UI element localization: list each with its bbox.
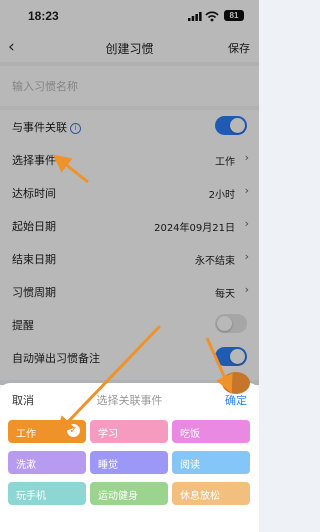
event-chip-wash[interactable]: 洗漱 xyxy=(8,451,86,474)
thumb-pointer xyxy=(222,372,250,394)
sheet-title: 选择关联事件 xyxy=(96,394,163,407)
event-chip-exercise[interactable]: 运动健身 xyxy=(90,482,168,505)
event-chip-sleep[interactable]: 睡觉 xyxy=(90,451,168,474)
event-chip-rest[interactable]: 休息放松 xyxy=(172,482,250,505)
event-chip-study[interactable]: 学习 xyxy=(90,420,168,443)
event-chip-read[interactable]: 阅读 xyxy=(172,451,250,474)
event-picker-sheet: 取消 选择关联事件 确定 工作 ✓ 学习 吃饭 洗漱 睡觉 阅读 玩手机 运动健… xyxy=(0,383,259,532)
screen: 18:23 81 ‹ 创建习惯 保存 输入习惯名称 与事件关联 i 选择事件 工作… xyxy=(0,0,259,532)
checkmark-icon: ✓ xyxy=(67,424,80,437)
event-chip-eat[interactable]: 吃饭 xyxy=(172,420,250,443)
confirm-button[interactable]: 确定 xyxy=(225,392,247,408)
event-chip-work[interactable]: 工作 ✓ xyxy=(8,420,86,443)
event-chip-phone[interactable]: 玩手机 xyxy=(8,482,86,505)
modal-overlay[interactable] xyxy=(0,0,259,385)
